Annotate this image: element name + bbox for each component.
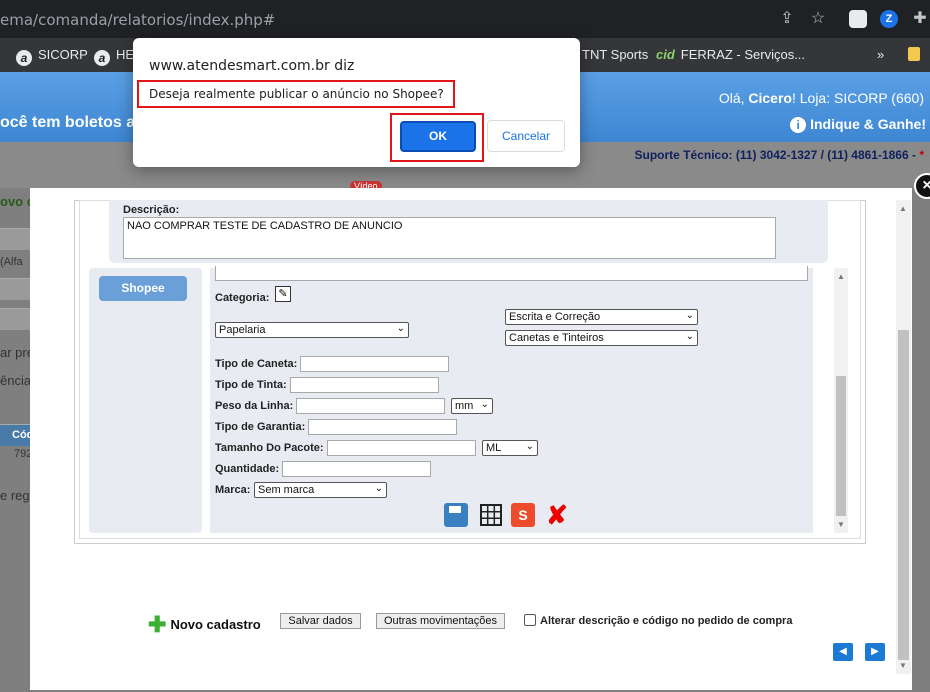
url-text[interactable]: ema/comanda/relatorios/index.php# — [0, 11, 275, 29]
subcategory-2-select[interactable]: Canetas e Tinteiros ⌄ — [505, 330, 698, 346]
tipo-tinta-label: Tipo de Tinta: — [215, 379, 287, 391]
bg-row — [0, 308, 30, 330]
quantidade-label: Quantidade: — [215, 463, 280, 475]
tipo-caneta-label: Tipo de Caneta: — [215, 358, 298, 370]
bg-table-header: Cód — [0, 424, 33, 446]
bookmark-ferraz[interactable]: cid FERRAZ - Serviços... — [656, 47, 805, 62]
bg-alfa-label: (Alfa — [0, 256, 23, 268]
cancel-button[interactable]: Cancelar — [487, 120, 565, 152]
tamanho-unit-select[interactable]: ML ⌄ — [482, 440, 538, 456]
chevron-down-icon: ⌄ — [685, 331, 694, 342]
ok-button[interactable]: OK — [400, 121, 476, 152]
modal-close-button[interactable]: × — [914, 173, 930, 199]
a-logo-icon: a — [16, 50, 32, 66]
bg-row — [0, 278, 30, 300]
folder-icon[interactable] — [908, 47, 920, 61]
dialog-origin: www.atendesmart.com.br diz — [149, 58, 355, 74]
top-textarea[interactable] — [215, 266, 808, 281]
delete-icon[interactable]: ✘ — [545, 502, 569, 528]
peso-unit-select[interactable]: mm ⌄ — [451, 398, 493, 414]
chevron-down-icon: ⌄ — [396, 323, 405, 334]
tipo-tinta-input[interactable] — [290, 377, 439, 393]
prev-arrow-button[interactable]: ◀ — [833, 643, 853, 661]
bookmark-tnt-sports[interactable]: TNT Sports — [582, 47, 648, 62]
tamanho-pacote-label: Tamanho Do Pacote: — [215, 442, 324, 454]
dialog-message: Deseja realmente publicar o anúncio no S… — [149, 87, 444, 101]
plus-icon: ✚ — [148, 612, 167, 637]
salvar-dados-button[interactable]: Salvar dados — [280, 613, 361, 629]
form-scrollbar[interactable]: ▲ ▼ — [834, 268, 848, 533]
next-arrow-button[interactable]: ▶ — [865, 643, 885, 661]
bookmark-he[interactable]: a HE — [94, 47, 134, 66]
bookmark-star-icon[interactable]: ☆ — [808, 9, 828, 29]
confirm-dialog: www.atendesmart.com.br diz Deseja realme… — [133, 38, 580, 167]
shopee-publish-icon[interactable]: S — [511, 503, 535, 527]
quantidade-input[interactable] — [282, 461, 431, 477]
info-icon: i — [790, 117, 807, 133]
bg-gencia-label: ência — [0, 373, 32, 388]
a-logo-icon: a — [94, 50, 110, 66]
grid-icon[interactable] — [479, 503, 503, 527]
shopee-tab[interactable]: Shopee — [99, 276, 187, 301]
chevron-down-icon: ⌄ — [525, 441, 534, 452]
alterar-descricao-checkbox[interactable] — [524, 614, 536, 626]
tipo-garantia-input[interactable] — [308, 419, 457, 435]
peso-linha-label: Peso da Linha: — [215, 400, 294, 412]
tipo-garantia-label: Tipo de Garantia: — [215, 421, 306, 433]
chevron-down-icon: ⌄ — [685, 310, 694, 321]
peso-linha-input[interactable] — [296, 398, 445, 414]
bg-pre-label: ar pre — [0, 345, 34, 360]
tipo-caneta-input[interactable] — [300, 356, 449, 372]
edit-category-icon[interactable]: ✎ — [275, 286, 291, 302]
bookmark-sicorp[interactable]: a SICORP — [16, 47, 88, 66]
alterar-descricao-label: Alterar descrição e código no pedido de … — [540, 615, 793, 627]
bg-reg-label: e reg — [0, 488, 30, 503]
save-icon[interactable] — [444, 503, 468, 527]
categoria-label: Categoria: — [215, 292, 270, 304]
categoria-select[interactable]: Papelaria ⌄ — [215, 322, 409, 338]
chevron-down-icon: ⌄ — [480, 399, 489, 410]
tamanho-pacote-input[interactable] — [327, 440, 476, 456]
bg-row — [0, 228, 30, 250]
share-icon[interactable]: ⇪ — [777, 9, 797, 29]
modal-scrollbar[interactable]: ▲ ▼ — [896, 200, 911, 674]
description-label: Descrição: — [123, 204, 180, 216]
boletos-banner[interactable]: ocê tem boletos a — [0, 114, 135, 132]
extension-icon[interactable] — [849, 10, 867, 28]
support-phone: Suporte Técnico: (11) 3042-1327 / (11) 4… — [634, 148, 924, 162]
chevron-down-icon: ⌄ — [374, 483, 383, 494]
user-greeting: Olá, Cicero! Loja: SICORP (660) — [718, 90, 924, 106]
indique-ganhe-link[interactable]: i Indique & Ganhe! — [790, 116, 926, 133]
outras-movimentacoes-button[interactable]: Outras movimentações — [376, 613, 505, 629]
description-textarea[interactable]: NAO COMPRAR TESTE DE CADASTRO DE ANUNCIO — [123, 217, 776, 259]
marca-select[interactable]: Sem marca ⌄ — [254, 482, 387, 498]
marketplace-tabs-panel — [89, 268, 202, 533]
more-bookmarks-button[interactable]: » — [877, 47, 884, 62]
z-extension-icon[interactable]: Z — [880, 10, 898, 28]
marca-label: Marca: — [215, 484, 251, 496]
novo-cadastro-button[interactable]: ✚ Novo cadastro — [148, 612, 261, 638]
puzzle-icon[interactable]: ✚ — [910, 9, 930, 29]
subcategory-1-select[interactable]: Escrita e Correção ⌄ — [505, 309, 698, 325]
cid-logo-icon: cid — [656, 47, 675, 62]
browser-url-bar: ema/comanda/relatorios/index.php# ⇪ ☆ Z … — [0, 0, 930, 38]
